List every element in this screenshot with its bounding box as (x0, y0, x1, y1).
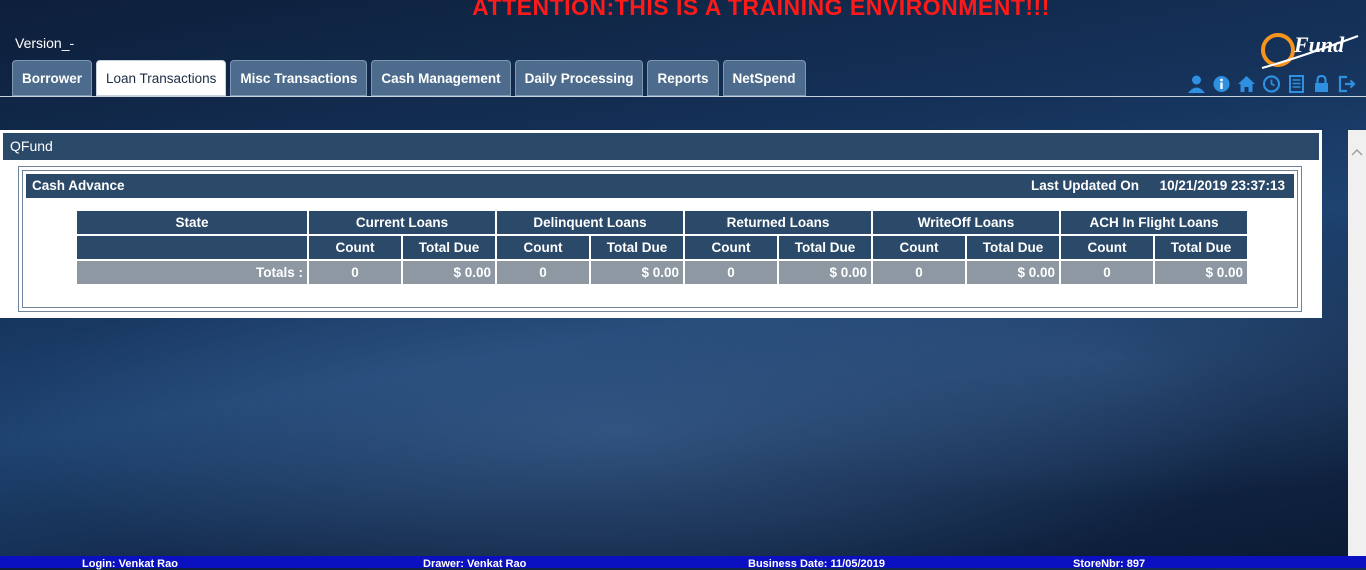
total-count: 0 (309, 261, 401, 284)
home-icon[interactable] (1237, 74, 1256, 94)
loan-summary-table: State Current Loans Delinquent Loans Ret… (75, 209, 1249, 286)
total-count: 0 (685, 261, 777, 284)
tab-cash-management[interactable]: Cash Management (371, 60, 511, 96)
lock-icon[interactable] (1312, 74, 1331, 94)
chevron-up-icon[interactable] (1351, 144, 1363, 156)
clock-icon[interactable] (1262, 74, 1281, 94)
version-label: Version_- (15, 35, 75, 51)
info-icon[interactable] (1212, 74, 1231, 94)
training-banner: ATTENTION:THIS IS A TRAINING ENVIRONMENT… (472, 0, 1050, 20)
group-header: Delinquent Loans (497, 211, 683, 234)
panel-title: QFund (3, 133, 1319, 160)
cash-advance-title: Cash Advance (32, 178, 125, 193)
group-header: Returned Loans (685, 211, 871, 234)
state-header: State (77, 211, 307, 234)
vertical-scrollbar[interactable] (1348, 130, 1366, 556)
svg-text:Fund: Fund (1293, 32, 1345, 57)
footer-store: StoreNbr: 897 (1073, 558, 1146, 570)
count-header: Count (1061, 236, 1153, 259)
cash-advance-box: Cash Advance Last Updated On 10/21/2019 … (18, 166, 1302, 312)
total-due: $ 0.00 (967, 261, 1059, 284)
total-count: 0 (497, 261, 589, 284)
state-subheader (77, 236, 307, 259)
footer-drawer: Drawer: Venkat Rao (423, 558, 527, 570)
total-count: 0 (873, 261, 965, 284)
total-due: $ 0.00 (403, 261, 495, 284)
calculator-icon[interactable] (1287, 74, 1306, 94)
count-header: Count (497, 236, 589, 259)
total-due-header: Total Due (779, 236, 871, 259)
total-due: $ 0.00 (591, 261, 683, 284)
group-header: WriteOff Loans (873, 211, 1059, 234)
totals-row: Totals : 0 $ 0.00 0 $ 0.00 0 $ 0.00 0 $ … (77, 261, 1247, 284)
total-due-header: Total Due (1155, 236, 1247, 259)
qfund-panel: QFund Cash Advance Last Updated On 10/21… (0, 130, 1322, 318)
tab-divider (0, 96, 1366, 97)
group-header: Current Loans (309, 211, 495, 234)
count-header: Count (309, 236, 401, 259)
footer-login: Login: Venkat Rao (82, 558, 178, 570)
logout-icon[interactable] (1337, 74, 1356, 94)
tab-borrower[interactable]: Borrower (12, 60, 93, 96)
total-due-header: Total Due (967, 236, 1059, 259)
user-icon[interactable] (1187, 74, 1206, 94)
total-due: $ 0.00 (779, 261, 871, 284)
toolbar-icons (1187, 74, 1356, 94)
totals-label: Totals : (77, 261, 307, 284)
tab-misc-transactions[interactable]: Misc Transactions (230, 60, 368, 96)
status-footer: Login: Venkat Rao Drawer: Venkat Rao Bus… (0, 556, 1366, 570)
count-header: Count (873, 236, 965, 259)
tab-loan-transactions[interactable]: Loan Transactions (96, 60, 227, 96)
main-tabs: Borrower Loan Transactions Misc Transact… (12, 60, 806, 96)
count-header: Count (685, 236, 777, 259)
total-count: 0 (1061, 261, 1153, 284)
tab-netspend[interactable]: NetSpend (722, 60, 806, 96)
tab-reports[interactable]: Reports (647, 60, 719, 96)
last-updated-label: Last Updated On (1030, 178, 1139, 193)
group-header: ACH In Flight Loans (1061, 211, 1247, 234)
tab-daily-processing[interactable]: Daily Processing (514, 60, 644, 96)
total-due: $ 0.00 (1155, 261, 1247, 284)
qfund-logo: Fund (1258, 28, 1362, 72)
cash-advance-header: Cash Advance Last Updated On 10/21/2019 … (26, 174, 1294, 198)
footer-business-date: Business Date: 11/05/2019 (748, 558, 885, 570)
total-due-header: Total Due (403, 236, 495, 259)
total-due-header: Total Due (591, 236, 683, 259)
last-updated-value: 10/21/2019 23:37:13 (1159, 178, 1285, 193)
